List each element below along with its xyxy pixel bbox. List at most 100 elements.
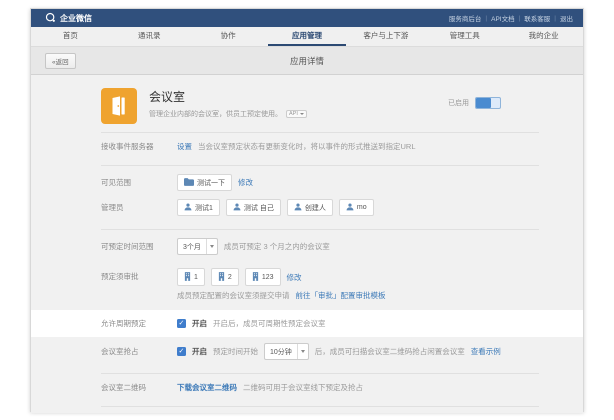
approval-room-chip: 123 bbox=[245, 268, 281, 286]
topbar: 企业微信 服务商后台 | API文档 | 联系客服 | 退出 bbox=[31, 9, 583, 27]
row-label: 可预定时间范围 bbox=[101, 241, 177, 252]
nav-app-management[interactable]: 应用管理 bbox=[268, 27, 347, 46]
download-qrcode-link[interactable]: 下载会议室二维码 bbox=[177, 382, 237, 393]
row-admins: 管理员 测试1 测试 自己 创建人 mo bbox=[31, 196, 583, 221]
periodic-checkbox[interactable] bbox=[177, 319, 186, 328]
chip-label: 创建人 bbox=[305, 203, 326, 213]
preemption-checkbox[interactable] bbox=[177, 347, 186, 356]
approval-desc: 成员预定配置的会议室须提交申请 bbox=[177, 290, 290, 301]
row-time-range: 可预定时间范围 3个月 成员可预定 3 个月之内的会议室 bbox=[31, 230, 583, 260]
person-icon bbox=[184, 203, 192, 213]
row-label: 预定须审批 bbox=[101, 268, 177, 282]
time-range-select[interactable]: 3个月 bbox=[177, 238, 218, 255]
preemption-on-label: 开启 bbox=[192, 346, 207, 357]
separator: | bbox=[554, 15, 556, 22]
approval-room-chip: 2 bbox=[211, 268, 239, 286]
approval-modify-link[interactable]: 修改 bbox=[287, 272, 302, 283]
api-badge[interactable]: API bbox=[286, 110, 307, 118]
toggle-knob bbox=[476, 98, 491, 108]
app-desc-text: 管理企业内部的会议室，供员工预定使用。 bbox=[149, 109, 282, 119]
meeting-room-app-icon bbox=[101, 88, 137, 124]
nav-collaboration[interactable]: 协作 bbox=[189, 27, 268, 46]
brand: 企业微信 bbox=[45, 12, 92, 25]
app-description: 管理企业内部的会议室，供员工预定使用。 API bbox=[149, 109, 307, 119]
main-nav: 首页 通讯录 协作 应用管理 客户与上下游 管理工具 我的企业 bbox=[31, 27, 583, 47]
preemption-delay-select[interactable]: 10分钟 bbox=[264, 343, 309, 360]
chevron-down-icon bbox=[301, 350, 305, 353]
qrcode-desc: 二维码可用于会议室线下预定及抢占 bbox=[243, 382, 363, 393]
chip-label: 测试一下 bbox=[197, 178, 225, 188]
folder-icon bbox=[184, 178, 194, 188]
row-preemption: 会议室抢占 开启 预定时间开始 10分钟 后，成员可扫描会议室二维码抢占闲置会议… bbox=[31, 337, 583, 365]
chevron-down-icon bbox=[300, 113, 304, 115]
separator: | bbox=[519, 15, 521, 22]
chip-label: mo bbox=[357, 204, 367, 211]
preemption-desc-before: 预定时间开始 bbox=[213, 346, 258, 357]
row-label: 管理员 bbox=[101, 202, 177, 213]
brand-name: 企业微信 bbox=[60, 13, 92, 24]
link-api-docs[interactable]: API文档 bbox=[491, 13, 514, 23]
admin-window: 企业微信 服务商后台 | API文档 | 联系客服 | 退出 首页 通讯录 协作… bbox=[30, 8, 584, 412]
chip-label: 测试 自己 bbox=[244, 203, 274, 213]
admin-chip: 测试 自己 bbox=[226, 199, 281, 216]
chip-label: 2 bbox=[228, 274, 232, 281]
admin-chip: 测试1 bbox=[177, 199, 220, 216]
row-label: 会议室二维码 bbox=[101, 382, 177, 393]
app-meta: 会议室 管理企业内部的会议室，供员工预定使用。 API bbox=[149, 88, 307, 119]
separator: | bbox=[485, 15, 487, 22]
link-contact-support[interactable]: 联系客服 bbox=[524, 13, 550, 23]
event-server-settings-link[interactable]: 设置 bbox=[177, 141, 192, 152]
row-approval: 预定须审批 1 2 123 修改 bbox=[31, 260, 583, 306]
building-icon bbox=[218, 272, 225, 283]
row-periodic-booking: 允许周期预定 开启 开启后，成员可周期性预定会议室 bbox=[31, 310, 583, 337]
row-visible-range: 可见范围 测试一下 修改 bbox=[31, 166, 583, 196]
admin-chip: mo bbox=[339, 199, 374, 216]
select-value: 3个月 bbox=[178, 239, 206, 254]
view-example-link[interactable]: 查看示例 bbox=[471, 346, 501, 357]
row-label: 可见范围 bbox=[101, 177, 177, 188]
row-label: 会议室抢占 bbox=[101, 346, 177, 357]
titlebar: «返回 应用详情 bbox=[31, 47, 583, 75]
door-icon bbox=[108, 95, 130, 117]
link-logout[interactable]: 退出 bbox=[560, 13, 573, 23]
row-event-server: 接收事件服务器 设置 当会议室预定状态有更新变化时，将以事件的形式推送到指定UR… bbox=[31, 133, 583, 157]
nav-customers[interactable]: 客户与上下游 bbox=[346, 27, 425, 46]
nav-my-enterprise[interactable]: 我的企业 bbox=[504, 27, 583, 46]
time-range-desc: 成员可预定 3 个月之内的会议室 bbox=[224, 241, 330, 252]
select-value: 10分钟 bbox=[265, 344, 297, 359]
api-badge-text: API bbox=[289, 111, 298, 117]
goto-approval-template-link[interactable]: 前往「审批」配置审批模板 bbox=[296, 290, 386, 301]
link-provider-console[interactable]: 服务商后台 bbox=[449, 13, 482, 23]
enabled-toggle[interactable] bbox=[475, 97, 501, 109]
nav-contacts[interactable]: 通讯录 bbox=[110, 27, 189, 46]
app-name: 会议室 bbox=[149, 88, 307, 105]
event-server-desc: 当会议室预定状态有更新变化时，将以事件的形式推送到指定URL bbox=[198, 141, 416, 152]
building-icon bbox=[184, 272, 191, 283]
app-header: 会议室 管理企业内部的会议室，供员工预定使用。 API 已启用 bbox=[31, 75, 583, 124]
chip-label: 测试1 bbox=[195, 203, 213, 213]
page-title: 应用详情 bbox=[31, 55, 583, 67]
person-icon bbox=[233, 203, 241, 213]
visible-range-modify-link[interactable]: 修改 bbox=[238, 177, 253, 188]
app-status: 已启用 bbox=[448, 97, 501, 109]
visible-range-chip: 测试一下 bbox=[177, 174, 232, 191]
row-label: 接收事件服务器 bbox=[101, 141, 177, 152]
periodic-desc: 开启后，成员可周期性预定会议室 bbox=[213, 318, 326, 329]
app-detail-panel: 会议室 管理企业内部的会议室，供员工预定使用。 API 已启用 接收事件服务器 bbox=[31, 75, 583, 413]
topbar-links: 服务商后台 | API文档 | 联系客服 | 退出 bbox=[449, 13, 573, 23]
preemption-desc-after: 后，成员可扫描会议室二维码抢占闲置会议室 bbox=[315, 346, 465, 357]
periodic-on-label: 开启 bbox=[192, 318, 207, 329]
row-label: 允许周期预定 bbox=[101, 318, 177, 329]
admin-chip: 创建人 bbox=[287, 199, 333, 216]
approval-room-chip: 1 bbox=[177, 268, 205, 286]
chip-label: 123 bbox=[262, 274, 274, 281]
building-icon bbox=[252, 272, 259, 283]
wecom-logo-icon bbox=[45, 12, 56, 25]
nav-admin-tools[interactable]: 管理工具 bbox=[425, 27, 504, 46]
row-qrcode: 会议室二维码 下载会议室二维码 二维码可用于会议室线下预定及抢占 bbox=[31, 374, 583, 398]
chevron-down-icon bbox=[210, 245, 214, 248]
chip-label: 1 bbox=[194, 274, 198, 281]
person-icon bbox=[294, 203, 302, 213]
nav-home[interactable]: 首页 bbox=[31, 27, 110, 46]
row-create-permission: 会议室创建权限 允许成员创建 bbox=[31, 407, 583, 413]
